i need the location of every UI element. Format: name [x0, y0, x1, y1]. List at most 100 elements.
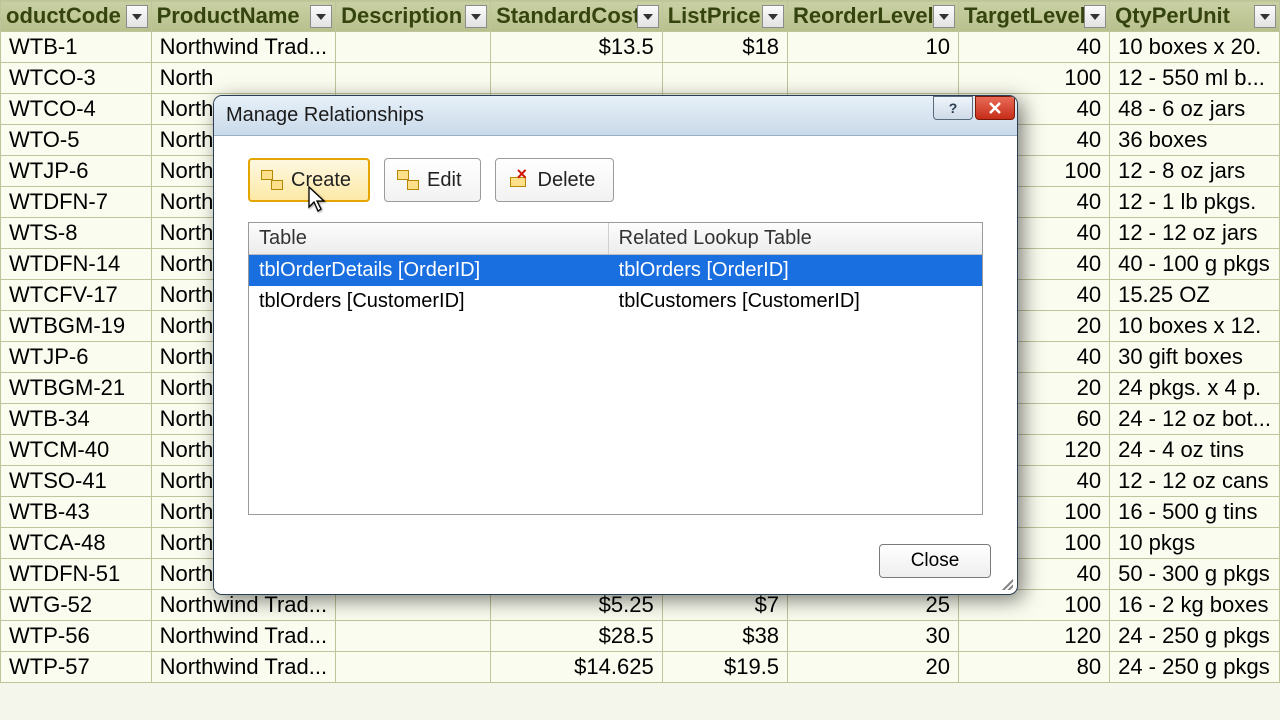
cell[interactable] [662, 63, 787, 94]
cell[interactable]: WTBGM-21 [1, 373, 152, 404]
relationship-icon [261, 170, 283, 190]
cell[interactable]: WTDFN-7 [1, 187, 152, 218]
col-table-header[interactable]: Table [249, 223, 608, 255]
cell[interactable]: WTP-57 [1, 652, 152, 683]
cell[interactable]: 40 - 100 g pkgs [1110, 249, 1280, 280]
cell[interactable]: 48 - 6 oz jars [1110, 94, 1280, 125]
filter-dropdown-icon[interactable] [762, 5, 784, 28]
cell[interactable]: WTCA-48 [1, 528, 152, 559]
cell[interactable]: 12 - 8 oz jars [1110, 156, 1280, 187]
filter-dropdown-icon[interactable] [126, 5, 148, 28]
cell[interactable]: 100 [958, 63, 1109, 94]
col-lookup-header[interactable]: Related Lookup Table [608, 223, 982, 255]
cell[interactable] [336, 32, 491, 63]
cell[interactable]: WTG-52 [1, 590, 152, 621]
cell[interactable]: 10 pkgs [1110, 528, 1280, 559]
filter-dropdown-icon[interactable] [465, 5, 487, 28]
cell[interactable]: 12 - 12 oz cans [1110, 466, 1280, 497]
cell[interactable]: WTDFN-14 [1, 249, 152, 280]
cell[interactable] [491, 63, 663, 94]
cell[interactable]: 50 - 300 g pkgs [1110, 559, 1280, 590]
cell[interactable]: 30 gift boxes [1110, 342, 1280, 373]
cell[interactable]: WTCFV-17 [1, 280, 152, 311]
column-header[interactable]: ListPrice [662, 1, 787, 32]
cell[interactable]: 24 - 4 oz tins [1110, 435, 1280, 466]
cell[interactable]: 15.25 OZ [1110, 280, 1280, 311]
cell[interactable]: 20 [788, 652, 959, 683]
cell[interactable]: $28.5 [491, 621, 663, 652]
edit-button[interactable]: Edit [384, 158, 480, 202]
cell[interactable]: 80 [958, 652, 1109, 683]
cell[interactable]: $38 [662, 621, 787, 652]
column-header[interactable]: QtyPerUnit [1110, 1, 1280, 32]
table-row[interactable]: WTP-57Northwind Trad... $14.625$19.520802… [1, 652, 1280, 683]
cell[interactable]: $14.625 [491, 652, 663, 683]
column-header[interactable]: ReorderLevel [788, 1, 959, 32]
cell[interactable]: Northwind Trad... [151, 621, 336, 652]
cell[interactable]: Northwind Trad... [151, 652, 336, 683]
cell[interactable]: 10 boxes x 20. [1110, 32, 1280, 63]
column-header[interactable]: ProductName [151, 1, 336, 32]
filter-dropdown-icon[interactable] [933, 5, 955, 28]
cell[interactable]: 16 - 2 kg boxes [1110, 590, 1280, 621]
create-button[interactable]: Create [248, 158, 370, 202]
cell[interactable]: 12 - 12 oz jars [1110, 218, 1280, 249]
cell[interactable]: $13.5 [491, 32, 663, 63]
cell[interactable]: WTCM-40 [1, 435, 152, 466]
table-row[interactable]: WTCO-3North 10012 - 550 ml b... [1, 63, 1280, 94]
filter-dropdown-icon[interactable] [1084, 5, 1106, 28]
cell[interactable]: 10 [788, 32, 959, 63]
table-row[interactable]: WTP-56Northwind Trad... $28.5$383012024 -… [1, 621, 1280, 652]
cell[interactable]: WTBGM-19 [1, 311, 152, 342]
cell[interactable]: WTCO-4 [1, 94, 152, 125]
cell[interactable]: 120 [958, 621, 1109, 652]
filter-dropdown-icon[interactable] [310, 5, 332, 28]
column-header[interactable]: Description [336, 1, 491, 32]
cell[interactable]: WTS-8 [1, 218, 152, 249]
help-button[interactable]: ? [933, 96, 973, 120]
cell[interactable]: 10 boxes x 12. [1110, 311, 1280, 342]
column-header[interactable]: TargetLevel [958, 1, 1109, 32]
cell[interactable]: 12 - 1 lb pkgs. [1110, 187, 1280, 218]
cell[interactable]: WTJP-6 [1, 342, 152, 373]
cell[interactable]: North [151, 63, 336, 94]
cell[interactable]: 16 - 500 g tins [1110, 497, 1280, 528]
cell[interactable]: 30 [788, 621, 959, 652]
window-close-button[interactable] [975, 96, 1015, 120]
cell[interactable]: WTDFN-51 [1, 559, 152, 590]
cell[interactable] [336, 652, 491, 683]
filter-dropdown-icon[interactable] [637, 5, 659, 28]
close-button[interactable]: Close [879, 544, 991, 578]
cell[interactable]: WTSO-41 [1, 466, 152, 497]
cell[interactable] [336, 621, 491, 652]
cell[interactable]: WTB-34 [1, 404, 152, 435]
column-header[interactable]: StandardCost [491, 1, 663, 32]
cell[interactable]: 36 boxes [1110, 125, 1280, 156]
filter-dropdown-icon[interactable] [1254, 5, 1276, 28]
relationship-row[interactable]: tblOrders [CustomerID]tblCustomers [Cust… [249, 286, 982, 317]
cell[interactable]: $18 [662, 32, 787, 63]
relationships-list[interactable]: Table Related Lookup Table tblOrderDetai… [248, 222, 983, 515]
cell[interactable]: 12 - 550 ml b... [1110, 63, 1280, 94]
resize-grip[interactable] [999, 576, 1013, 590]
cell[interactable]: WTB-43 [1, 497, 152, 528]
relationship-row[interactable]: tblOrderDetails [OrderID]tblOrders [Orde… [249, 255, 982, 287]
cell[interactable]: WTCO-3 [1, 63, 152, 94]
cell[interactable]: WTB-1 [1, 32, 152, 63]
cell[interactable] [788, 63, 959, 94]
cell[interactable]: 24 pkgs. x 4 p. [1110, 373, 1280, 404]
cell[interactable]: WTJP-6 [1, 156, 152, 187]
cell[interactable]: $19.5 [662, 652, 787, 683]
cell[interactable]: WTP-56 [1, 621, 152, 652]
cell[interactable] [336, 63, 491, 94]
cell[interactable]: 24 - 250 g pkgs [1110, 652, 1280, 683]
cell[interactable]: WTO-5 [1, 125, 152, 156]
column-header[interactable]: oductCode [1, 1, 152, 32]
cell[interactable]: 40 [958, 32, 1109, 63]
dialog-titlebar[interactable]: Manage Relationships ? [214, 96, 1017, 136]
table-row[interactable]: WTB-1Northwind Trad... $13.5$18104010 box… [1, 32, 1280, 63]
cell[interactable]: 24 - 250 g pkgs [1110, 621, 1280, 652]
cell[interactable]: Northwind Trad... [151, 32, 336, 63]
cell[interactable]: 24 - 12 oz bot... [1110, 404, 1280, 435]
delete-button[interactable]: Delete [495, 158, 615, 202]
